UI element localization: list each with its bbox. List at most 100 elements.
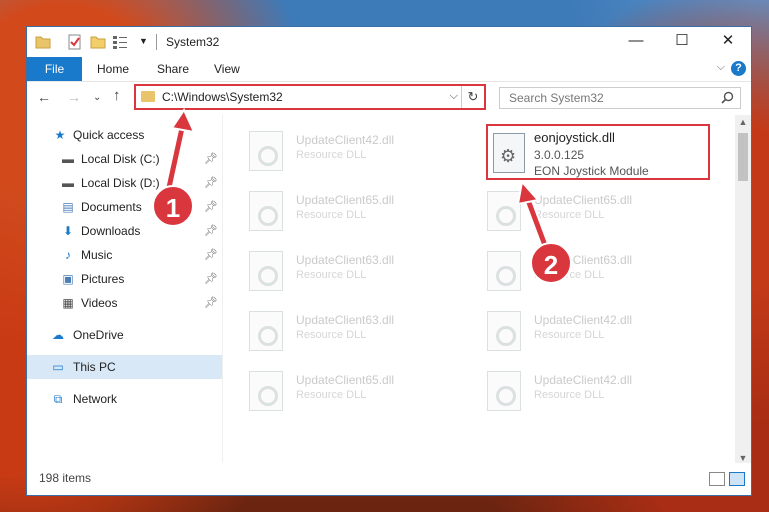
sidebar-item-local-disk-d[interactable]: ▬ Local Disk (D:) 📌︎: [27, 171, 222, 195]
pin-icon[interactable]: 📌︎: [204, 171, 218, 195]
up-arrow-icon[interactable]: ↑: [113, 87, 121, 104]
scroll-up-icon[interactable]: ▲: [735, 117, 751, 127]
file-list: UpdateClient42.dll Resource DLL UpdateCl…: [223, 115, 737, 465]
sidebar-item-music[interactable]: ♪ Music 📌︎: [27, 243, 222, 267]
file-name: UpdateClient65.dll: [296, 193, 395, 207]
sidebar-item-label: Local Disk (D:): [81, 176, 160, 190]
drive-icon: ▬: [62, 176, 74, 190]
file-name: UpdateClient65.dll: [534, 193, 633, 207]
dll-file-icon: [249, 371, 283, 411]
list-item[interactable]: UpdateClient63.dll Resource DLL: [223, 303, 453, 355]
sidebar-item-downloads[interactable]: ⬇ Downloads 📌︎: [27, 219, 222, 243]
navigation-bar: ← → ⌄ ↑ C:\Windows\System32 ⌵ ↻ Search S…: [27, 81, 751, 115]
sidebar-item-label: Videos: [81, 296, 118, 310]
file-name: UpdateClient63.dll: [296, 313, 395, 327]
file-type: Resource DLL: [296, 329, 367, 341]
documents-icon: ▤: [62, 200, 74, 214]
gear-icon: ⚙: [500, 146, 517, 166]
file-type: Resource DLL: [296, 269, 367, 281]
computer-icon: ▭: [52, 360, 64, 374]
sidebar-item-label: Downloads: [81, 224, 141, 238]
videos-icon: ▦: [62, 296, 74, 310]
pin-icon[interactable]: 📌︎: [204, 291, 218, 315]
search-icon[interactable]: [721, 91, 734, 104]
dll-file-icon: [487, 251, 521, 291]
sidebar-item-label: Pictures: [81, 272, 125, 286]
step-badge-1: 1: [152, 185, 194, 227]
tab-file[interactable]: File: [27, 57, 82, 81]
tab-home[interactable]: Home: [97, 57, 129, 81]
title-bar: ▼ System32 — ☐ ✕: [27, 27, 751, 57]
vertical-scrollbar[interactable]: ▲ ▼: [735, 115, 751, 465]
scroll-down-icon[interactable]: ▼: [735, 453, 751, 463]
pin-icon[interactable]: 📌︎: [204, 267, 218, 291]
dll-file-icon: [487, 311, 521, 351]
tiles-view-icon[interactable]: [729, 472, 745, 486]
list-item[interactable]: UpdateClient65.dll Resource DLL: [223, 363, 453, 415]
sidebar-item-pictures[interactable]: ▣ Pictures 📌︎: [27, 267, 222, 291]
minimize-button[interactable]: —: [613, 27, 659, 57]
refresh-icon[interactable]: ↻: [461, 86, 484, 108]
expand-ribbon-icon[interactable]: ⌵: [717, 61, 725, 74]
dll-file-icon: [249, 251, 283, 291]
help-icon[interactable]: ?: [731, 61, 746, 76]
forward-arrow-icon[interactable]: →: [67, 89, 81, 105]
recent-locations-icon[interactable]: ⌄: [93, 92, 101, 103]
item-count: 198 items: [39, 471, 92, 485]
customize-toolbar-icon[interactable]: ▼: [139, 36, 155, 52]
back-arrow-icon[interactable]: ←: [37, 89, 51, 105]
pictures-icon: ▣: [62, 272, 74, 286]
sidebar-item-network[interactable]: ⧉ Network: [27, 387, 222, 411]
list-item[interactable]: UpdateClient63.dll Resource DLL: [223, 243, 453, 295]
search-input[interactable]: Search System32: [499, 87, 741, 109]
sidebar-item-local-disk-c[interactable]: ▬ Local Disk (C:) 📌︎: [27, 147, 222, 171]
pin-icon[interactable]: 📌︎: [204, 243, 218, 267]
window-title: System32: [166, 35, 220, 49]
file-type: Resource DLL: [534, 329, 605, 341]
sidebar-item-onedrive[interactable]: ☁ OneDrive: [27, 323, 222, 347]
list-item[interactable]: UpdateClient42.dll Resource DLL: [461, 363, 691, 415]
details-view-icon[interactable]: [709, 472, 725, 486]
list-item[interactable]: UpdateClient65.dll Resource DLL: [461, 183, 691, 235]
file-name: UpdateClient42.dll: [296, 133, 395, 147]
list-item[interactable]: UpdateClient42.dll Resource DLL: [461, 303, 691, 355]
file-type: Resource DLL: [296, 149, 367, 161]
list-item[interactable]: UpdateClient42.dll Resource DLL: [223, 123, 453, 175]
sidebar-item-label: Quick access: [73, 128, 145, 142]
drive-icon: ▬: [62, 152, 74, 166]
pin-icon[interactable]: 📌︎: [204, 147, 218, 171]
sidebar-item-quick-access[interactable]: ★ Quick access: [27, 123, 222, 147]
file-version: 3.0.0.125: [534, 148, 585, 162]
navigation-pane: ★ Quick access ▬ Local Disk (C:) 📌︎ ▬ Lo…: [27, 115, 223, 465]
new-folder-icon[interactable]: [90, 34, 106, 50]
list-item-eonjoystick[interactable]: ⚙ eonjoystick.dll 3.0.0.125 EON Joystick…: [486, 124, 710, 180]
pin-icon[interactable]: 📌︎: [204, 195, 218, 219]
sidebar-item-label: Network: [73, 392, 118, 406]
ribbon-tabs: File Home Share View ⌵ ?: [27, 57, 751, 82]
folder-icon[interactable]: [35, 34, 51, 50]
address-bar[interactable]: C:\Windows\System32 ⌵ ↻: [134, 84, 486, 110]
sidebar-item-this-pc[interactable]: ▭ This PC: [27, 355, 222, 379]
pin-icon[interactable]: 📌︎: [204, 219, 218, 243]
status-bar: 198 items: [27, 463, 751, 495]
properties-icon[interactable]: [67, 34, 83, 50]
maximize-button[interactable]: ☐: [659, 27, 705, 57]
cloud-icon: ☁: [52, 328, 64, 342]
search-placeholder: Search System32: [509, 91, 604, 105]
dll-file-icon: [249, 191, 283, 231]
tab-share[interactable]: Share: [157, 57, 189, 81]
dll-file-icon: [249, 311, 283, 351]
view-list-icon[interactable]: [112, 34, 128, 50]
list-item[interactable]: UpdateClient65.dll Resource DLL: [223, 183, 453, 235]
file-description: EON Joystick Module: [534, 164, 649, 178]
tab-view[interactable]: View: [214, 57, 240, 81]
list-item[interactable]: UpdateClient63.dll Resource DLL: [461, 243, 691, 295]
scrollbar-thumb[interactable]: [738, 133, 748, 181]
step-badge-2: 2: [530, 242, 572, 284]
file-name: UpdateClient63.dll: [296, 253, 395, 267]
close-button[interactable]: ✕: [705, 27, 751, 57]
address-dropdown-icon[interactable]: ⌵: [450, 90, 458, 103]
sidebar-item-videos[interactable]: ▦ Videos 📌︎: [27, 291, 222, 315]
address-path[interactable]: C:\Windows\System32: [162, 90, 283, 104]
file-type: Resource DLL: [534, 389, 605, 401]
